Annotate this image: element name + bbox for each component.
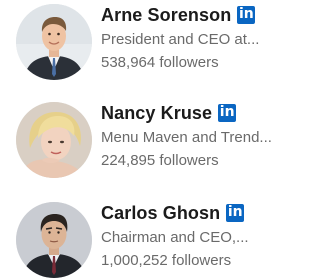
influencer-list: Arne Sorenson in President and CEO at...… <box>0 0 325 280</box>
profile-info: Arne Sorenson in President and CEO at...… <box>101 2 325 74</box>
linkedin-icon: in <box>237 6 256 24</box>
follower-count: 538,964 followers <box>101 54 219 71</box>
linkedin-icon-text: in <box>219 104 235 120</box>
linkedin-icon-text: in <box>227 204 243 220</box>
name-row: Carlos Ghosn in <box>101 200 325 226</box>
person-name[interactable]: Arne Sorenson <box>101 5 231 26</box>
linkedin-icon-text: in <box>238 6 254 22</box>
linkedin-icon: in <box>218 104 237 122</box>
person-headline: Chairman and CEO,... <box>101 229 249 246</box>
list-item[interactable]: Nancy Kruse in Menu Maven and Trend... 2… <box>0 100 325 180</box>
profile-info: Carlos Ghosn in Chairman and CEO,... 1,0… <box>101 200 325 272</box>
profile-info: Nancy Kruse in Menu Maven and Trend... 2… <box>101 100 325 172</box>
avatar[interactable] <box>16 4 92 80</box>
name-row: Arne Sorenson in <box>101 2 325 28</box>
follower-count: 224,895 followers <box>101 152 219 169</box>
follower-count: 1,000,252 followers <box>101 252 232 269</box>
person-headline: President and CEO at... <box>101 31 260 48</box>
list-item[interactable]: Carlos Ghosn in Chairman and CEO,... 1,0… <box>0 200 325 280</box>
avatar[interactable] <box>16 102 92 178</box>
list-item[interactable]: Arne Sorenson in President and CEO at...… <box>0 2 325 82</box>
name-row: Nancy Kruse in <box>101 100 325 126</box>
avatar[interactable] <box>16 202 92 278</box>
avatar-photo-icon <box>16 202 92 278</box>
person-headline: Menu Maven and Trend... <box>101 129 272 146</box>
avatar-photo-icon <box>16 4 92 80</box>
avatar-photo-icon <box>16 102 92 178</box>
person-name[interactable]: Carlos Ghosn <box>101 203 220 224</box>
person-name[interactable]: Nancy Kruse <box>101 103 212 124</box>
linkedin-icon: in <box>226 204 245 222</box>
